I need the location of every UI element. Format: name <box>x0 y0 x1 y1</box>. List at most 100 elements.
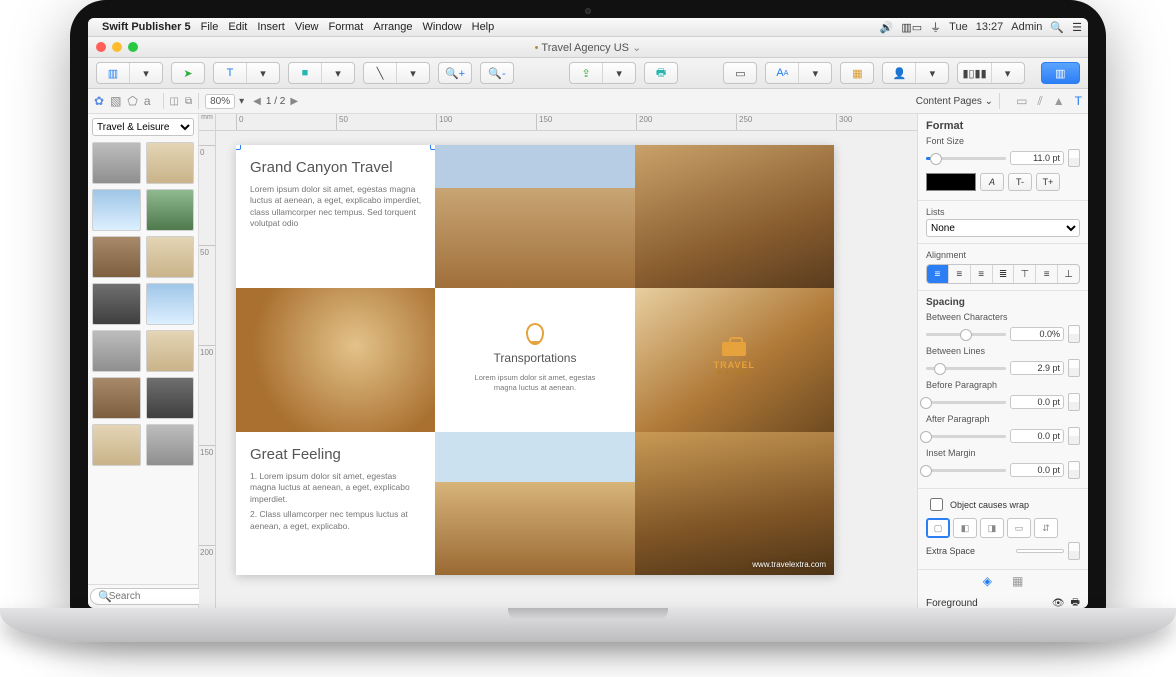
panel-left-chevron-icon[interactable]: ▾ <box>130 63 162 83</box>
menu-window[interactable]: Window <box>423 21 462 33</box>
font-panel-button[interactable]: A <box>980 173 1004 191</box>
window-close-button[interactable] <box>96 42 106 52</box>
asset-thumb[interactable] <box>92 377 141 419</box>
between-chars-slider[interactable] <box>926 333 1006 336</box>
after-para-value[interactable]: 0.0 pt <box>1010 429 1064 443</box>
increase-font-button[interactable]: T+ <box>1036 173 1060 191</box>
page-next-button[interactable]: ▶ <box>287 96 301 107</box>
cell-photo-arch[interactable] <box>236 288 435 431</box>
cell-photo-boulders[interactable] <box>435 432 634 575</box>
align-left-button[interactable]: ≡ <box>927 265 949 283</box>
bring-fwd-button[interactable]: ▭ <box>723 62 757 84</box>
wrap-jump-button[interactable]: ⇵ <box>1034 518 1058 538</box>
spotlight-icon[interactable]: 🔍 <box>1050 21 1064 34</box>
title-chevron-icon[interactable]: ⌄ <box>632 42 641 54</box>
selection-tool[interactable]: ➤ <box>171 62 205 84</box>
layer-row-foreground[interactable]: Foreground 👁 🖶 <box>918 592 1088 608</box>
asset-thumb[interactable] <box>146 142 195 184</box>
cell-photo-canyon-river[interactable] <box>435 145 634 288</box>
cell-great-feeling[interactable]: Great Feeling 1. Lorem ipsum dolor sit a… <box>236 432 435 575</box>
inspector-tab-image[interactable]: ▲ <box>1053 94 1065 109</box>
extra-space-value[interactable] <box>1016 549 1064 553</box>
font-size-value[interactable]: 11.0 pt <box>1010 151 1064 165</box>
extra-space-stepper[interactable] <box>1068 542 1080 560</box>
align-justify-button[interactable]: ≣ <box>993 265 1015 283</box>
between-chars-stepper[interactable] <box>1068 325 1080 343</box>
status-battery-icon[interactable]: ▥▭ <box>901 21 922 34</box>
text-tool-chevron-icon[interactable]: ▾ <box>247 63 279 83</box>
menu-edit[interactable]: Edit <box>228 21 247 33</box>
barcode-icon[interactable]: ▮▯▮▮ <box>958 63 991 83</box>
shape-tool-chevron-icon[interactable]: ▾ <box>322 63 354 83</box>
between-lines-stepper[interactable] <box>1068 359 1080 377</box>
wrap-left-button[interactable]: ◧ <box>953 518 977 538</box>
zoom-in-button[interactable]: 🔍+ <box>438 62 472 84</box>
barcode-chevron-icon[interactable]: ▾ <box>992 63 1024 83</box>
asset-thumb[interactable] <box>146 189 195 231</box>
between-lines-value[interactable]: 2.9 pt <box>1010 361 1064 375</box>
heading-grand-canyon[interactable]: Grand Canyon Travel <box>250 159 421 176</box>
layers-tab-grid-icon[interactable]: ▦ <box>1012 574 1023 588</box>
alignment-segmented[interactable]: ≡ ≡ ≡ ≣ ⊤ ≡ ⊥ <box>926 264 1080 284</box>
menu-view[interactable]: View <box>295 21 319 33</box>
page-prev-button[interactable]: ◀ <box>250 96 264 107</box>
panel-left-icon[interactable]: ▥ <box>97 63 130 83</box>
menu-file[interactable]: File <box>201 21 219 33</box>
brand-title[interactable]: TRAVEL <box>714 360 755 370</box>
inset-margin-value[interactable]: 0.0 pt <box>1010 463 1064 477</box>
asset-thumb[interactable] <box>92 142 141 184</box>
cell-photo-slope[interactable]: www.travelextra.com <box>635 432 834 575</box>
align-bottom-button[interactable]: ⊥ <box>1058 265 1079 283</box>
cell-transportations[interactable]: Transportations Lorem ipsum dolor sit am… <box>435 288 634 431</box>
font-style-a-icon[interactable]: AA <box>766 63 799 83</box>
asset-thumb[interactable] <box>92 189 141 231</box>
status-wifi-icon[interactable]: ⏚ <box>930 19 941 35</box>
asset-thumb[interactable] <box>146 330 195 372</box>
between-lines-slider[interactable] <box>926 367 1006 370</box>
text-tool-icon[interactable]: T <box>214 63 247 83</box>
toolbar-left-panel-toggle[interactable]: ▥ ▾ <box>96 62 163 84</box>
heading-transportations[interactable]: Transportations <box>494 351 577 365</box>
inspector-tab-geometry[interactable]: ▭ <box>1016 94 1027 109</box>
cell-brand[interactable]: TRAVEL EXTRA <box>635 288 834 431</box>
between-chars-value[interactable]: 0.0% <box>1010 327 1064 341</box>
align-middle-button[interactable]: ≡ <box>1036 265 1058 283</box>
font-style-chevron-icon[interactable]: ▾ <box>799 63 831 83</box>
line-tool-chevron-icon[interactable]: ▾ <box>397 63 429 83</box>
status-clock-day[interactable]: Tue <box>949 21 968 33</box>
layer-fg-print-icon[interactable]: 🖶 <box>1071 595 1080 608</box>
ruler-unit[interactable]: mm <box>199 114 216 131</box>
window-minimize-button[interactable] <box>112 42 122 52</box>
asset-thumb[interactable] <box>146 283 195 325</box>
calendar-insert-button[interactable]: ▦ <box>840 62 874 84</box>
heading-great-feeling[interactable]: Great Feeling <box>250 446 421 463</box>
ruler-vertical[interactable]: 0 50 100 150 200 <box>199 131 216 608</box>
menu-help[interactable]: Help <box>472 21 495 33</box>
menu-app[interactable]: Swift Publisher 5 <box>102 21 191 33</box>
share-chevron-icon[interactable]: ▾ <box>603 63 635 83</box>
body-transportations[interactable]: Lorem ipsum dolor sit amet, egestas magn… <box>465 373 605 393</box>
asset-thumb[interactable] <box>146 236 195 278</box>
brand-subtitle[interactable]: EXTRA <box>718 370 751 377</box>
contact-icon[interactable]: 👤 <box>883 63 916 83</box>
status-user[interactable]: Admin <box>1011 21 1042 33</box>
share-icon[interactable]: ⇪ <box>570 63 603 83</box>
asset-thumb[interactable] <box>92 236 141 278</box>
menu-format[interactable]: Format <box>329 21 364 33</box>
cell-grand-canyon[interactable]: Grand Canyon Travel Lorem ipsum dolor si… <box>236 145 435 288</box>
status-clock-time[interactable]: 13:27 <box>976 21 1004 33</box>
menu-insert[interactable]: Insert <box>257 21 285 33</box>
decrease-font-button[interactable]: T- <box>1008 173 1032 191</box>
contact-chevron-icon[interactable]: ▾ <box>916 63 948 83</box>
align-top-button[interactable]: ⊤ <box>1014 265 1036 283</box>
inspector-tab-text[interactable]: T <box>1075 94 1082 109</box>
font-size-slider[interactable] <box>926 157 1006 160</box>
view-mode-spread-icon[interactable]: ⧉ <box>185 96 192 107</box>
sidebar-tab-templates[interactable]: ✿ <box>94 94 104 108</box>
asset-thumb[interactable] <box>146 377 195 419</box>
text-tool-group[interactable]: T ▾ <box>213 62 280 84</box>
after-para-slider[interactable] <box>926 435 1006 438</box>
zoom-out-button[interactable]: 🔍- <box>480 62 514 84</box>
sidebar-tab-images[interactable]: ▧ <box>110 94 121 108</box>
body-great-feeling-1[interactable]: 1. Lorem ipsum dolor sit amet, egestas m… <box>250 471 421 505</box>
